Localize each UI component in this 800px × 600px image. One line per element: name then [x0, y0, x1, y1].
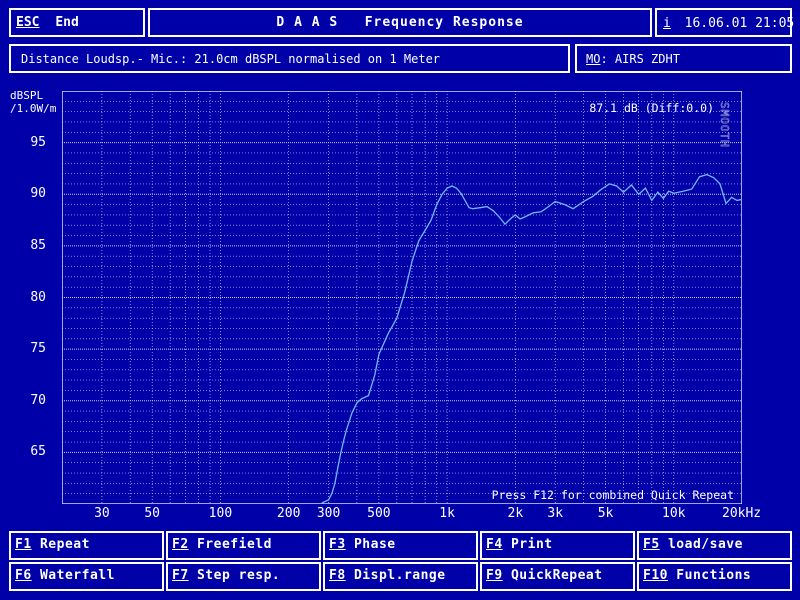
fkey-f5-button[interactable]: F5 load/save — [637, 531, 792, 560]
fkey-label: Step resp. — [188, 568, 281, 583]
fkey-f6-button[interactable]: F6 Waterfall — [9, 562, 164, 591]
fkey-f4-button[interactable]: F4 Print — [480, 531, 635, 560]
esc-end-button[interactable]: ESC End — [9, 8, 145, 37]
response-curve — [321, 173, 742, 504]
fkey-label: Displ.range — [345, 568, 446, 583]
fkey-f8-button[interactable]: F8 Displ.range — [323, 562, 478, 591]
y-tick-label: 75 — [30, 341, 46, 357]
fkey-label: load/save — [659, 537, 743, 552]
fkey-key-label: F3 — [329, 537, 346, 552]
fkey-f2-button[interactable]: F2 Freefield — [166, 531, 321, 560]
fkey-label: Phase — [345, 537, 396, 552]
memory-key-label: MO — [586, 52, 601, 66]
fkey-label: QuickRepeat — [502, 568, 603, 583]
y-unit-label: dBSPL /1.0W/m — [10, 89, 56, 115]
info-key-label: i — [663, 16, 671, 31]
level-readout: 87.1 dB (Diff:0.0) — [589, 101, 714, 115]
fkey-key-label: F6 — [15, 568, 32, 583]
y-tick-label: 80 — [30, 289, 46, 305]
plot-grid — [62, 91, 742, 504]
x-tick-label: 500 — [367, 506, 391, 521]
info-box[interactable]: i 16.06.01 21:05 — [655, 8, 795, 37]
end-label: End — [55, 15, 79, 30]
quick-repeat-hint: Press F12 for combined Quick Repeat — [492, 488, 734, 502]
measurement-description: Distance Loudsp.- Mic.: 21.0cm dBSPL nor… — [21, 52, 441, 66]
fkey-f7-button[interactable]: F7 Step resp. — [166, 562, 321, 591]
fkey-label: Functions — [667, 568, 752, 583]
fkey-f3-button[interactable]: F3 Phase — [323, 531, 478, 560]
x-tick-label: 2k — [507, 506, 524, 521]
x-tick-label: 20kHz — [722, 506, 762, 521]
y-tick-label: 95 — [30, 134, 46, 150]
measurement-info-bar: Distance Loudsp.- Mic.: 21.0cm dBSPL nor… — [9, 44, 570, 73]
fkey-f1-button[interactable]: F1 Repeat — [9, 531, 164, 560]
x-tick-label: 300 — [316, 506, 341, 521]
x-tick-label: 5k — [597, 506, 614, 521]
fkey-label: Print — [502, 537, 553, 552]
fkey-key-label: F5 — [643, 537, 660, 552]
fkey-key-label: F4 — [486, 537, 503, 552]
y-unit-line2: /1.0W/m — [10, 102, 57, 115]
x-tick-label: 3k — [547, 506, 564, 521]
fkey-label: Repeat — [31, 537, 90, 552]
smooth-label: SMOOTH — [718, 102, 731, 148]
x-tick-label: 200 — [276, 506, 301, 521]
fkey-key-label: F8 — [329, 568, 346, 583]
fkey-label: Freefield — [188, 537, 272, 552]
x-tick-label: 30 — [94, 506, 110, 521]
fkey-key-label: F1 — [15, 537, 32, 552]
x-tick-label: 100 — [208, 506, 233, 521]
y-tick-label: 65 — [30, 444, 46, 460]
y-tick-label: 70 — [30, 392, 46, 408]
window-title: D A A S Frequency Response — [276, 15, 524, 30]
x-tick-label: 10k — [662, 506, 686, 521]
frequency-response-chart: 87.1 dB (Diff:0.0) SMOOTH Press F12 for … — [62, 91, 742, 504]
fkey-key-label: F2 — [172, 537, 189, 552]
x-tick-label: 50 — [144, 506, 161, 521]
y-tick-label: 85 — [30, 237, 46, 253]
fkey-key-label: F9 — [486, 568, 503, 583]
fkey-f9-button[interactable]: F9 QuickRepeat — [480, 562, 635, 591]
y-unit-line1: dBSPL — [10, 89, 44, 102]
datetime-label: 16.06.01 21:05 — [684, 16, 795, 31]
memory-name-label: : AIRS ZDHT — [600, 52, 680, 66]
title-bar: D A A S Frequency Response — [148, 8, 652, 37]
fkey-key-label: F10 — [643, 568, 668, 583]
fkey-f10-button[interactable]: F10 Functions — [637, 562, 792, 591]
memory-box[interactable]: MO: AIRS ZDHT — [575, 44, 792, 73]
fkey-key-label: F7 — [172, 568, 189, 583]
x-tick-label: 1k — [439, 506, 455, 521]
y-tick-label: 90 — [30, 186, 46, 202]
esc-key-label: ESC — [16, 15, 40, 30]
fkey-label: Waterfall — [31, 568, 115, 583]
